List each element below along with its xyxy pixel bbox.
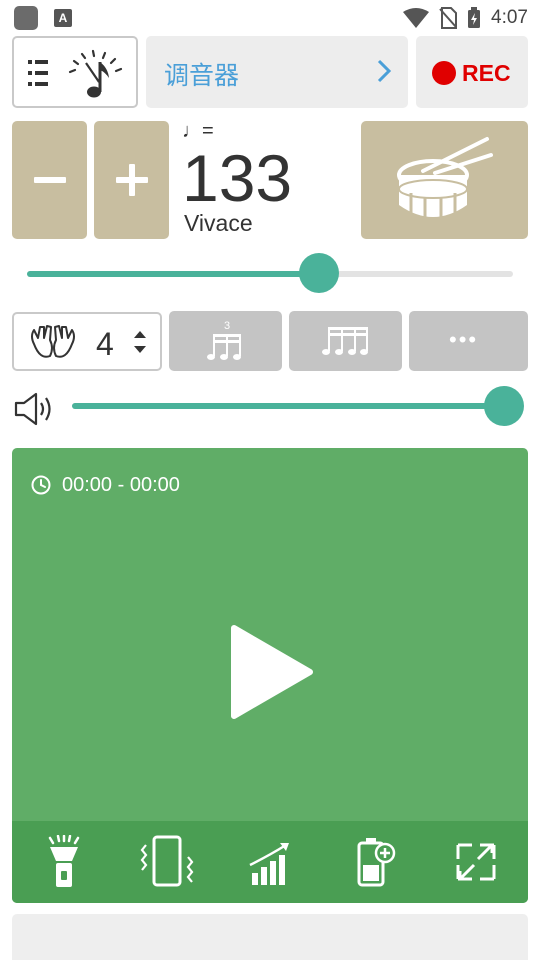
volume-slider-thumb[interactable] (484, 386, 524, 426)
record-label: REC (462, 60, 511, 86)
minus-icon (34, 177, 66, 183)
speaker-icon (14, 392, 51, 426)
volume-slider[interactable] (72, 386, 524, 426)
wifi-icon (403, 8, 430, 28)
tempo-bpm[interactable]: 133 (182, 138, 292, 218)
panel-toolbar (12, 821, 528, 903)
triplet-notes-icon: 3 (207, 320, 241, 360)
more-icon: ••• (449, 327, 479, 352)
battery-saver-icon (357, 838, 396, 887)
play-icon[interactable] (230, 624, 314, 720)
subdivision-triplet-button[interactable]: 3 (169, 311, 282, 371)
status-bar: A 4:07 (0, 0, 540, 36)
tuner-button[interactable]: 调音器 (146, 36, 408, 108)
flashlight-icon (48, 834, 80, 887)
tuner-label: 调音器 (164, 62, 240, 90)
subdivision-sixteenth-button[interactable] (289, 311, 402, 371)
volume-slider-fill (72, 403, 504, 409)
up-down-stepper-icon[interactable] (132, 328, 148, 356)
tempo-slider[interactable] (27, 253, 513, 293)
status-bar-right: 4:07 (403, 6, 528, 30)
svg-text:3: 3 (224, 320, 230, 332)
beats-value: 4 (96, 326, 114, 362)
tempo-slider-thumb[interactable] (298, 253, 339, 293)
fullscreen-icon (456, 843, 496, 881)
clapping-hands-icon (31, 325, 75, 358)
battery-charging-icon (468, 7, 481, 28)
tempo-marking: Vivace (184, 210, 253, 236)
clock-time: 4:07 (491, 7, 528, 28)
play-panel[interactable]: 00:00 - 00:00 (12, 448, 528, 903)
tempo-decrease-button[interactable] (12, 121, 87, 239)
clock-icon (31, 475, 51, 495)
flashlight-button[interactable] (36, 834, 92, 889)
app-notification-icon (14, 6, 38, 30)
snare-drum-icon (397, 137, 493, 219)
notification-badge: A (54, 9, 72, 27)
menu-button[interactable] (12, 36, 138, 108)
vibrate-button[interactable] (139, 835, 195, 889)
tempo-slider-fill (27, 271, 319, 277)
no-sim-icon (439, 7, 458, 29)
session-timer[interactable]: 00:00 - 00:00 (62, 474, 180, 497)
vibrate-icon (140, 835, 194, 887)
trainer-chart-icon (249, 843, 289, 885)
more-subdivisions-button[interactable]: ••• (409, 311, 528, 371)
sixteenth-notes-icon (322, 327, 368, 355)
tempo-increase-button[interactable] (94, 121, 169, 239)
fullscreen-button[interactable] (448, 835, 504, 889)
record-dot-icon (432, 61, 456, 85)
record-button[interactable]: REC (416, 36, 528, 108)
metronome-note-icon (68, 49, 123, 98)
battery-saver-button[interactable] (345, 835, 401, 889)
plus-icon (116, 164, 148, 196)
chevron-right-icon (377, 59, 392, 83)
beats-per-measure-control[interactable]: 4 (12, 312, 162, 371)
trainer-button[interactable] (242, 835, 298, 889)
hamburger-icon (28, 60, 48, 86)
bottom-bar (12, 914, 528, 960)
accent-drum-button[interactable] (361, 121, 528, 239)
